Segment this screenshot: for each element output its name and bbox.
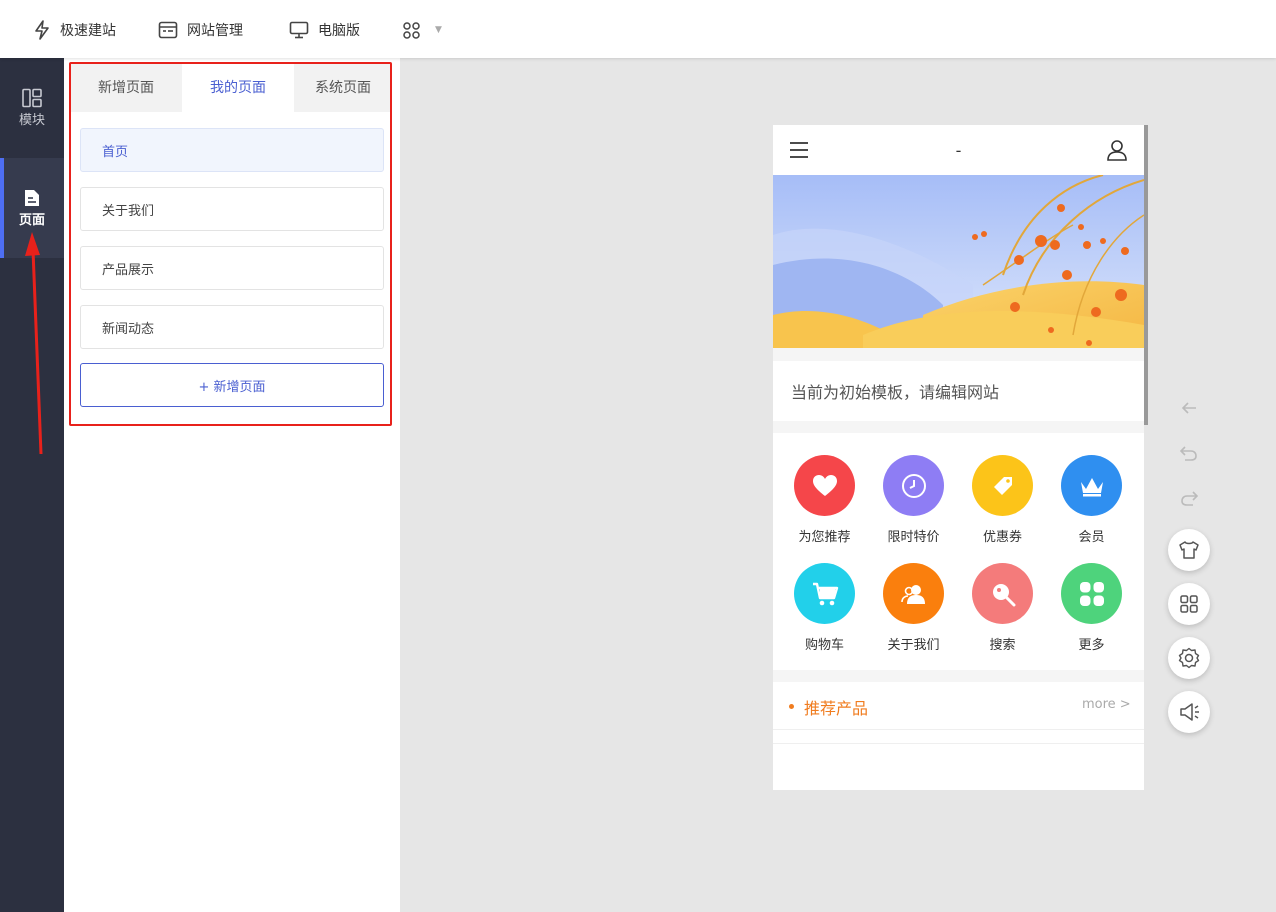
- desktop-version-label: 电脑版: [318, 23, 360, 39]
- top-toolbar: 极速建站 网站管理 电脑版 ▼: [0, 0, 1276, 58]
- chevron-down-icon: ▼: [435, 25, 442, 35]
- speaker-icon: [1180, 703, 1199, 721]
- grid-item-label: 关于我们: [887, 638, 940, 653]
- shirt-icon: [1179, 541, 1199, 559]
- grid-item-coupon[interactable]: 优惠券: [958, 455, 1047, 545]
- quick-build-label: 极速建站: [60, 23, 116, 39]
- tag-icon: [972, 455, 1033, 516]
- user-icon[interactable]: [1106, 139, 1128, 161]
- quick-build-button[interactable]: 极速建站: [33, 17, 116, 43]
- redo-icon[interactable]: [1179, 488, 1199, 508]
- page-item-home[interactable]: 首页: [80, 128, 384, 172]
- grid-item-search[interactable]: 搜索: [958, 563, 1047, 653]
- page-item-about[interactable]: 关于我们: [80, 187, 384, 231]
- tab-my-pages[interactable]: 我的页面: [182, 62, 294, 112]
- more-link[interactable]: more >: [1082, 697, 1131, 712]
- page-icon: [25, 190, 39, 206]
- rail-item-pages[interactable]: 页面: [0, 158, 64, 258]
- page-item-label: 首页: [102, 144, 129, 160]
- grid-item-member[interactable]: 会员: [1047, 455, 1136, 545]
- clock-icon: [883, 455, 944, 516]
- tab-system-pages[interactable]: 系统页面: [294, 62, 392, 112]
- undo-icon[interactable]: [1179, 443, 1199, 463]
- page-tabs: 新增页面 我的页面 系统页面: [70, 62, 392, 112]
- icon-grid: 为您推荐 限时特价 优惠券 会员 购物车 关于我们 搜索 更多: [773, 433, 1144, 669]
- notice-bar: 当前为初始模板，请编辑网站: [773, 361, 1144, 421]
- tab-system-pages-label: 系统页面: [315, 80, 371, 96]
- section-divider: [773, 670, 1144, 682]
- preview-scrollbar-thumb[interactable]: [1144, 125, 1148, 425]
- apps-menu-button[interactable]: ▼: [403, 17, 442, 43]
- site-manage-label: 网站管理: [187, 23, 243, 39]
- heart-icon: [794, 455, 855, 516]
- apps-button[interactable]: [1168, 583, 1210, 625]
- grid-item-label: 会员: [1078, 530, 1105, 545]
- apps-grid-icon: [1180, 595, 1198, 613]
- mobile-header: -: [773, 125, 1144, 175]
- grid-item-label: 限时特价: [887, 530, 940, 545]
- grid-item-more[interactable]: 更多: [1047, 563, 1136, 653]
- page-item-label: 产品展示: [102, 262, 155, 278]
- theme-button[interactable]: [1168, 529, 1210, 571]
- section-divider: [773, 423, 1144, 433]
- settings-icon: [1178, 647, 1200, 669]
- grid-item-recommend[interactable]: 为您推荐: [780, 455, 869, 545]
- page-panel: 新增页面 我的页面 系统页面 首页 关于我们 产品展示 新闻动态 + 新增页面: [64, 58, 400, 912]
- modules-icon: [22, 88, 42, 108]
- site-manage-button[interactable]: 网站管理: [158, 17, 243, 43]
- recommend-title: 推荐产品: [804, 699, 869, 718]
- apps-grid-icon: [403, 21, 420, 39]
- crown-icon: [1061, 455, 1122, 516]
- grid-item-label: 为您推荐: [798, 530, 851, 545]
- divider-line: [773, 743, 1144, 744]
- add-page-button[interactable]: + 新增页面: [80, 363, 384, 407]
- back-arrow-icon[interactable]: [1179, 398, 1199, 418]
- lightning-icon: [35, 20, 49, 40]
- rail-label-modules: 模块: [18, 113, 45, 128]
- page-list: 首页 关于我们 产品展示 新闻动态: [80, 128, 384, 364]
- grid-item-label: 更多: [1078, 638, 1105, 653]
- search-icon: [972, 563, 1033, 624]
- site-manage-icon: [158, 21, 178, 39]
- grid-item-about-us[interactable]: 关于我们: [869, 563, 958, 653]
- page-item-news[interactable]: 新闻动态: [80, 305, 384, 349]
- desktop-icon: [289, 21, 309, 39]
- mobile-site-title: -: [955, 141, 962, 160]
- mobile-preview: - 当前为初始模板，请编辑网站 为您推荐 限时特价 优惠券 会员 购物车 关于我…: [773, 125, 1148, 790]
- people-icon: [883, 563, 944, 624]
- settings-button[interactable]: [1168, 637, 1210, 679]
- desktop-version-button[interactable]: 电脑版: [289, 17, 360, 43]
- more-grid-icon: [1061, 563, 1122, 624]
- grid-item-label: 搜索: [989, 638, 1016, 653]
- bullet-dot: [789, 704, 794, 709]
- grid-item-label: 购物车: [804, 638, 844, 653]
- notice-text: 当前为初始模板，请编辑网站: [791, 383, 1000, 402]
- page-item-label: 新闻动态: [102, 321, 155, 337]
- tab-new-page[interactable]: 新增页面: [70, 62, 182, 112]
- page-item-products[interactable]: 产品展示: [80, 246, 384, 290]
- add-page-label: + 新增页面: [198, 379, 266, 395]
- grid-item-special-price[interactable]: 限时特价: [869, 455, 958, 545]
- tab-my-pages-label: 我的页面: [210, 80, 266, 96]
- recommend-header: 推荐产品 more >: [773, 682, 1144, 730]
- rail-label-pages: 页面: [18, 213, 45, 228]
- grid-item-cart[interactable]: 购物车: [780, 563, 869, 653]
- left-rail: 模块 页面: [0, 58, 64, 912]
- tab-new-page-label: 新增页面: [98, 80, 154, 96]
- banner-image: [773, 175, 1144, 348]
- cart-icon: [794, 563, 855, 624]
- grid-item-label: 优惠券: [982, 530, 1022, 545]
- broadcast-button[interactable]: [1168, 691, 1210, 733]
- page-item-label: 关于我们: [102, 203, 155, 219]
- rail-item-modules[interactable]: 模块: [0, 58, 64, 158]
